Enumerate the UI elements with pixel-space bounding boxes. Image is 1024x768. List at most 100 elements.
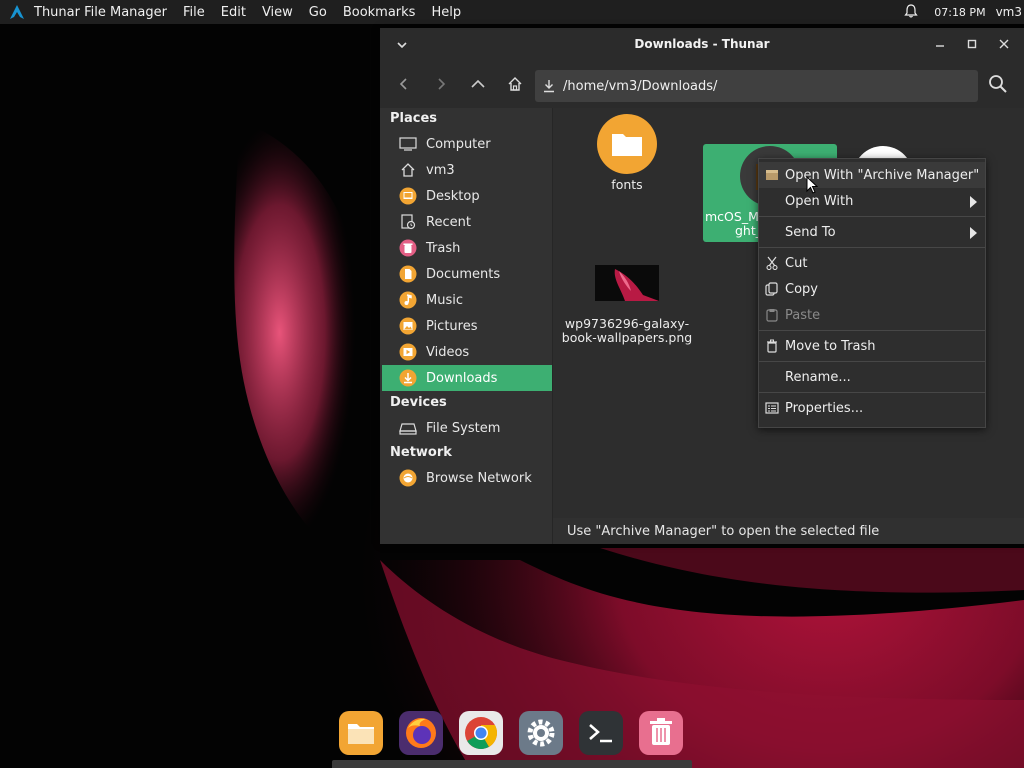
file-item-wallpaper[interactable]: wp9736296-galaxy- book-wallpapers.png <box>560 265 694 345</box>
menu-send-to[interactable]: Send To <box>759 219 985 245</box>
window-title: Downloads - Thunar <box>634 37 770 51</box>
menu-separator <box>759 392 985 393</box>
network-icon <box>399 469 417 487</box>
menu-cut[interactable]: Cut <box>759 250 985 276</box>
clock[interactable]: 07:18 PM <box>934 6 985 19</box>
maximize-icon[interactable] <box>964 36 980 52</box>
menu-item-label: Paste <box>785 307 821 323</box>
sidebar-item-computer[interactable]: Computer <box>382 131 552 157</box>
submenu-arrow-icon <box>970 196 977 208</box>
context-menu: Open With "Archive Manager" Open With Se… <box>758 158 986 428</box>
recent-icon <box>399 213 417 231</box>
places-heading: Places <box>390 111 438 126</box>
menu-rename[interactable]: Rename... <box>759 364 985 390</box>
sidebar-item-label: vm3 <box>426 162 455 178</box>
active-app-name[interactable]: Thunar File Manager <box>34 5 167 20</box>
menu-copy[interactable]: Copy <box>759 276 985 302</box>
notification-bell-icon[interactable] <box>904 3 918 21</box>
search-icon[interactable] <box>986 72 1010 96</box>
dock <box>330 702 694 768</box>
sidebar-item-trash[interactable]: Trash <box>382 235 552 261</box>
chrome-icon[interactable] <box>458 710 504 756</box>
sidebar-item-desktop[interactable]: Desktop <box>382 183 552 209</box>
sidebar-item-videos[interactable]: Videos <box>382 339 552 365</box>
terminal-icon[interactable] <box>578 710 624 756</box>
close-icon[interactable] <box>996 36 1012 52</box>
menu-open-with-archive-manager[interactable]: Open With "Archive Manager" <box>759 162 985 188</box>
sidebar-item-label: Recent <box>426 214 471 230</box>
menu-move-to-trash[interactable]: Move to Trash <box>759 333 985 359</box>
menu-item-label: Rename... <box>785 369 851 385</box>
menu-file[interactable]: File <box>183 5 205 20</box>
minimize-icon[interactable] <box>932 36 948 52</box>
file-name: fonts <box>611 177 643 192</box>
location-path: /home/vm3/Downloads/ <box>563 78 718 94</box>
file-item-fonts[interactable]: fonts <box>560 114 694 192</box>
status-text: Use "Archive Manager" to open the select… <box>567 523 880 539</box>
sidebar-item-label: Desktop <box>426 188 480 204</box>
cut-icon <box>759 256 785 270</box>
file-name-line2: book-wallpapers.png <box>561 330 693 345</box>
downloads-folder-icon <box>399 369 417 387</box>
trash-icon <box>399 239 417 257</box>
forward-icon[interactable] <box>429 72 453 96</box>
status-bar: Use "Archive Manager" to open the select… <box>553 518 1024 544</box>
menu-go[interactable]: Go <box>309 5 327 20</box>
music-folder-icon <box>399 291 417 309</box>
sidebar-item-recent[interactable]: Recent <box>382 209 552 235</box>
menu-separator <box>759 216 985 217</box>
up-icon[interactable] <box>466 72 490 96</box>
videos-folder-icon <box>399 343 417 361</box>
computer-icon <box>399 135 417 153</box>
trash-icon[interactable] <box>638 710 684 756</box>
sidebar-item-label: Computer <box>426 136 491 152</box>
sidebar-item-label: Documents <box>426 266 501 282</box>
top-panel: Thunar File Manager File Edit View Go Bo… <box>0 0 1024 24</box>
home-icon[interactable] <box>503 72 527 96</box>
menu-paste[interactable]: Paste <box>759 302 985 328</box>
archive-manager-icon <box>759 169 785 181</box>
network-heading: Network <box>390 445 452 460</box>
menu-edit[interactable]: Edit <box>221 5 246 20</box>
sidebar-item-downloads[interactable]: Downloads <box>382 365 552 391</box>
settings-icon[interactable] <box>518 710 564 756</box>
submenu-arrow-icon <box>970 227 977 239</box>
documents-folder-icon <box>399 265 417 283</box>
menu-open-with[interactable]: Open With <box>759 188 985 214</box>
menu-bookmarks[interactable]: Bookmarks <box>343 5 416 20</box>
folder-icon <box>560 114 694 174</box>
location-bar[interactable]: /home/vm3/Downloads/ <box>535 70 978 102</box>
sidebar-item-browse-network[interactable]: Browse Network <box>382 465 552 491</box>
sidebar-item-file-system[interactable]: File System <box>382 415 552 441</box>
menu-item-label: Open With <box>785 193 854 209</box>
home-icon <box>399 161 417 179</box>
sidebar-item-vm3[interactable]: vm3 <box>382 157 552 183</box>
sidebar-item-music[interactable]: Music <box>382 287 552 313</box>
sidebar-item-label: File System <box>426 420 501 436</box>
properties-icon <box>759 402 785 414</box>
sidebar: Places Computer vm3 Desktop Recent Trash… <box>380 108 553 544</box>
menu-properties[interactable]: Properties... <box>759 395 985 421</box>
pictures-folder-icon <box>399 317 417 335</box>
window-titlebar[interactable]: Downloads - Thunar <box>380 28 1024 60</box>
sidebar-item-pictures[interactable]: Pictures <box>382 313 552 339</box>
firefox-icon[interactable] <box>398 710 444 756</box>
file-manager-icon[interactable] <box>338 710 384 756</box>
drive-icon <box>399 419 417 437</box>
menu-item-label: Send To <box>785 224 836 240</box>
menu-view[interactable]: View <box>262 5 293 20</box>
menu-separator <box>759 247 985 248</box>
sidebar-item-label: Browse Network <box>426 470 532 486</box>
sidebar-item-label: Trash <box>426 240 461 256</box>
user-menu[interactable]: vm3 <box>996 5 1022 19</box>
arch-logo-icon[interactable] <box>0 0 34 24</box>
menu-help[interactable]: Help <box>431 5 461 20</box>
menu-item-label: Copy <box>785 281 818 297</box>
menu-item-label: Move to Trash <box>785 338 876 354</box>
window-menu-chevron-icon[interactable] <box>394 37 410 53</box>
menu-item-label: Cut <box>785 255 808 271</box>
toolbar: /home/vm3/Downloads/ <box>380 60 1024 108</box>
sidebar-item-documents[interactable]: Documents <box>382 261 552 287</box>
back-icon[interactable] <box>392 72 416 96</box>
trash-icon <box>759 339 785 353</box>
